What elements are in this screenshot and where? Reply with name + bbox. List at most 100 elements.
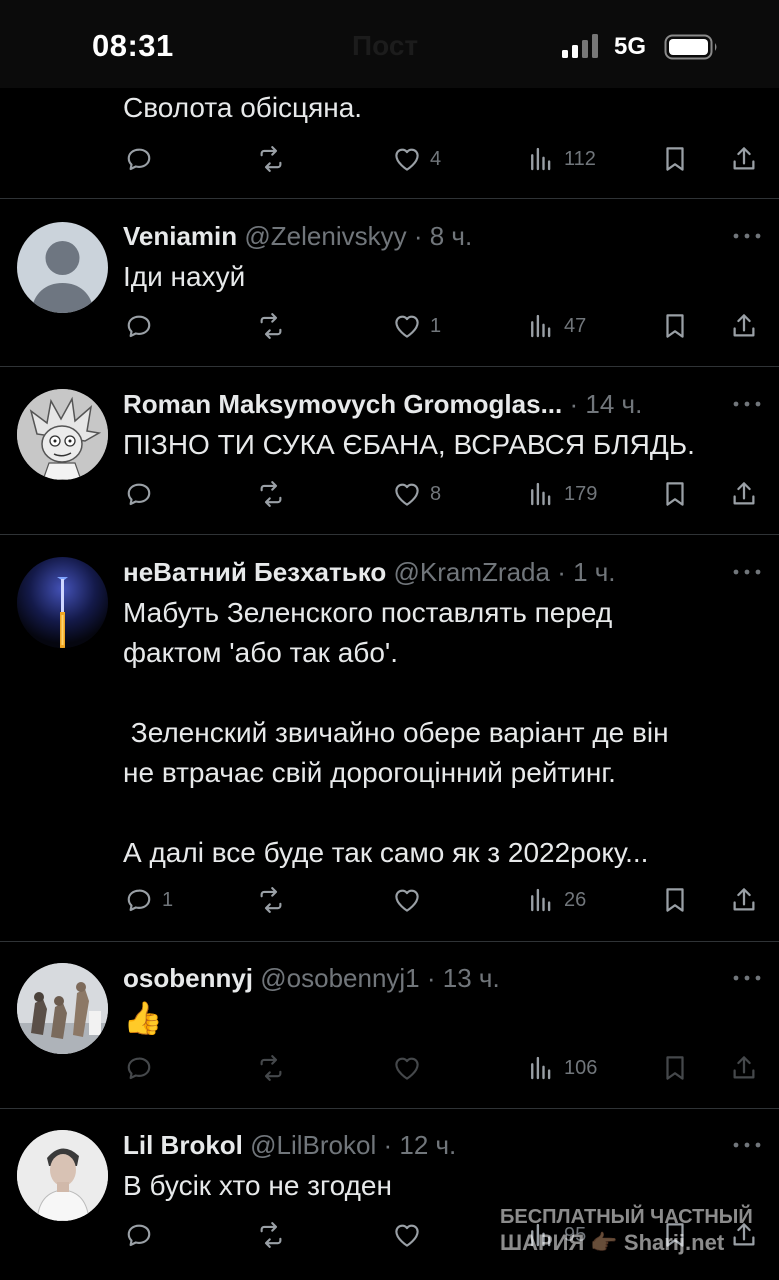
- share-icon: [729, 1053, 759, 1083]
- timestamp[interactable]: 13 ч.: [443, 963, 500, 993]
- bookmark-icon: [660, 1053, 690, 1083]
- repost-button[interactable]: [256, 309, 294, 343]
- display-name[interactable]: Roman Maksymovych Gromoglas...: [123, 389, 562, 419]
- share-icon: [729, 885, 759, 915]
- reply-icon: [124, 1053, 154, 1083]
- like-button[interactable]: 4: [392, 142, 441, 176]
- like-button[interactable]: [392, 1218, 430, 1252]
- views-button[interactable]: 179: [526, 477, 597, 511]
- avatar[interactable]: [17, 222, 108, 313]
- timestamp[interactable]: 14 ч.: [585, 389, 642, 419]
- reply-button[interactable]: [124, 1218, 162, 1252]
- more-options-icon[interactable]: [732, 231, 762, 241]
- like-button[interactable]: [392, 1051, 430, 1085]
- display-name[interactable]: неВатний Безхатько: [123, 557, 386, 587]
- repost-button[interactable]: [256, 883, 294, 917]
- tweet-feed: Сволота обісцяна. 4 112 Veniamin @Zeleni…: [0, 0, 779, 1280]
- more-options-icon[interactable]: [732, 973, 762, 983]
- reply-count: 1: [162, 888, 174, 911]
- like-button[interactable]: [392, 883, 430, 917]
- views-button[interactable]: 112: [526, 142, 596, 176]
- timestamp[interactable]: 12 ч.: [399, 1130, 456, 1160]
- repost-button[interactable]: [256, 1051, 294, 1085]
- avatar[interactable]: [17, 963, 108, 1054]
- timestamp[interactable]: 1 ч.: [573, 557, 615, 587]
- tweet[interactable]: неВатний Безхатько @KramZrada · 1 ч. Маб…: [0, 535, 779, 942]
- share-button[interactable]: [729, 477, 759, 511]
- reply-icon: [124, 479, 154, 509]
- bookmark-icon: [660, 885, 690, 915]
- tweet-header: неВатний Безхатько @KramZrada · 1 ч.: [123, 557, 616, 587]
- views-count: 47: [564, 314, 587, 337]
- heart-icon: [392, 1053, 422, 1083]
- bookmark-icon: [660, 479, 690, 509]
- username[interactable]: @KramZrada: [394, 557, 550, 587]
- heart-icon: [392, 144, 422, 174]
- clock: 08:31: [92, 28, 174, 63]
- tweet-text: ПІЗНО ТИ СУКА ЄБАНА, ВСРАВСЯ БЛЯДЬ.: [123, 429, 695, 460]
- bookmark-button[interactable]: [660, 309, 690, 343]
- status-bar: 08:31 Пост 5G: [0, 0, 779, 88]
- avatar[interactable]: [17, 557, 108, 648]
- more-options-icon[interactable]: [732, 1140, 762, 1150]
- display-name[interactable]: Veniamin: [123, 221, 237, 251]
- bookmark-icon: [660, 311, 690, 341]
- page-title: Пост: [352, 30, 419, 61]
- like-button[interactable]: 1: [392, 309, 441, 343]
- display-name[interactable]: osobennyj: [123, 963, 253, 993]
- share-button[interactable]: [729, 309, 759, 343]
- like-button[interactable]: 8: [392, 477, 441, 511]
- reply-button[interactable]: [124, 142, 162, 176]
- repost-icon: [256, 144, 286, 174]
- tweet-text: Мабуть Зеленского поставлять перед факто…: [123, 597, 669, 868]
- reply-button[interactable]: 1: [124, 883, 173, 917]
- heart-icon: [392, 885, 422, 915]
- share-button[interactable]: [729, 142, 759, 176]
- repost-icon: [256, 479, 286, 509]
- bar-chart-icon: [526, 885, 556, 915]
- tweet-actions: 8 179: [0, 477, 779, 511]
- tweet[interactable]: Veniamin @Zelenivskyy · 8 ч. Іди нахуй 1…: [0, 199, 779, 367]
- views-button[interactable]: 47: [526, 309, 586, 343]
- display-name[interactable]: Lil Brokol: [123, 1130, 243, 1160]
- repost-button[interactable]: [256, 477, 294, 511]
- repost-button[interactable]: [256, 1218, 294, 1252]
- bookmark-button[interactable]: [660, 883, 690, 917]
- heart-icon: [392, 479, 422, 509]
- bar-chart-icon: [526, 479, 556, 509]
- avatar[interactable]: [17, 389, 108, 480]
- repost-button[interactable]: [256, 142, 294, 176]
- tweet[interactable]: Roman Maksymovych Gromoglas... · 14 ч. П…: [0, 367, 779, 535]
- more-options-icon[interactable]: [732, 567, 762, 577]
- views-count: 179: [564, 482, 598, 505]
- timestamp[interactable]: 8 ч.: [430, 221, 472, 251]
- reply-button[interactable]: [124, 477, 162, 511]
- reply-icon: [124, 311, 154, 341]
- tweet-actions: 1 26: [0, 883, 779, 917]
- avatar[interactable]: [17, 1130, 108, 1221]
- reply-button[interactable]: [124, 309, 162, 343]
- night-monument-avatar-icon: [17, 557, 108, 648]
- more-options-icon[interactable]: [732, 399, 762, 409]
- views-button[interactable]: 106: [526, 1051, 597, 1085]
- bookmark-button[interactable]: [660, 477, 690, 511]
- tweet-header: Veniamin @Zelenivskyy · 8 ч.: [123, 221, 473, 251]
- bookmark-button[interactable]: [660, 1051, 690, 1085]
- reply-icon: [124, 1220, 154, 1250]
- animals-photo-avatar-icon: [17, 963, 108, 1054]
- tweet-header: Roman Maksymovych Gromoglas... · 14 ч.: [123, 389, 643, 419]
- tweet[interactable]: osobennyj @osobennyj1 · 13 ч. 👍 106: [0, 942, 779, 1109]
- share-button[interactable]: [729, 1051, 759, 1085]
- username[interactable]: @osobennyj1: [260, 963, 419, 993]
- reply-button[interactable]: [124, 1051, 162, 1085]
- heart-icon: [392, 1220, 422, 1250]
- watermark-line-1: БЕСПЛАТНЫЙ ЧАСТНЫЙ: [500, 1206, 753, 1228]
- username[interactable]: @Zelenivskyy: [244, 221, 406, 251]
- bookmark-button[interactable]: [660, 142, 690, 176]
- views-button[interactable]: 26: [526, 883, 586, 917]
- views-count: 26: [564, 888, 587, 911]
- battery-icon: [664, 34, 717, 60]
- username[interactable]: @LilBrokol: [250, 1130, 376, 1160]
- views-count: 106: [564, 1056, 598, 1079]
- share-button[interactable]: [729, 883, 759, 917]
